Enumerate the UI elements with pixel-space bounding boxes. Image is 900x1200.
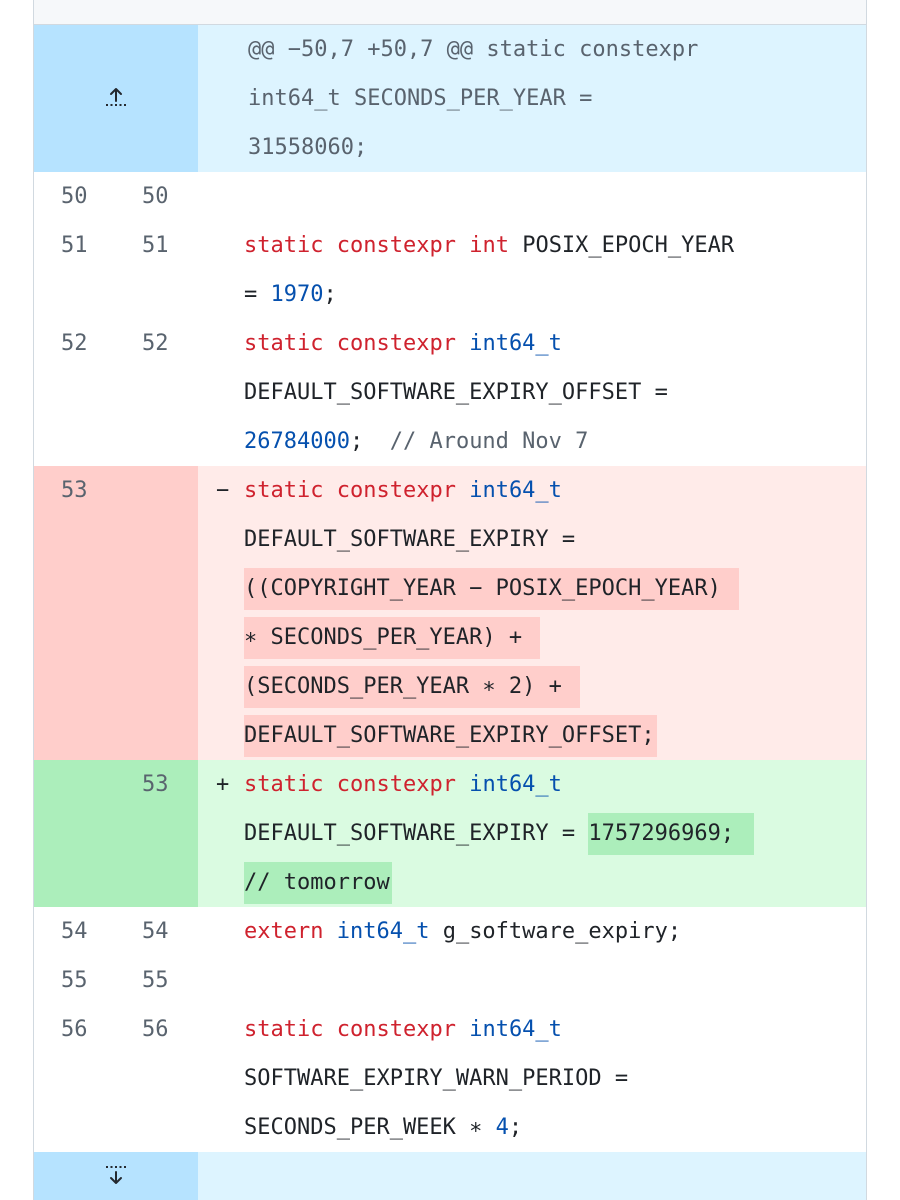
diff-line-51: 51 51 static constexpr int POSIX_EPOCH_Y… — [34, 221, 866, 319]
diff-line-50: 50 50 — [34, 172, 866, 221]
code-line: static constexpr int64_t SOFTWARE_EXPIRY… — [244, 1017, 629, 1140]
deleted-highlight: ∗ SECONDS_PER_YEAR) + — [244, 617, 541, 659]
code-line: static constexpr int64_t DEFAULT_SOFTWAR… — [244, 760, 866, 907]
diff-line-53-deleted: 53 − static constexpr int64_t DEFAULT_SO… — [34, 466, 866, 760]
old-line-number[interactable]: 54 — [34, 907, 116, 956]
new-line-number[interactable]: 51 — [116, 221, 198, 319]
new-line-number[interactable] — [116, 466, 198, 760]
diff-top-edge — [34, 0, 866, 25]
new-line-number[interactable]: 53 — [116, 760, 198, 907]
new-line-number[interactable]: 50 — [116, 172, 198, 221]
deleted-highlight: (SECONDS_PER_YEAR ∗ 2) + — [244, 666, 580, 708]
old-line-number[interactable]: 53 — [34, 466, 116, 760]
deletion-marker: − — [198, 466, 244, 760]
code-line: static constexpr int POSIX_EPOCH_YEAR = … — [244, 233, 735, 307]
expand-up-icon — [103, 84, 129, 114]
new-line-number[interactable]: 56 — [116, 1005, 198, 1152]
old-line-number[interactable]: 52 — [34, 319, 116, 466]
diff-line-56: 56 56 static constexpr int64_t SOFTWARE_… — [34, 1005, 866, 1152]
code-line: static constexpr int64_t DEFAULT_SOFTWAR… — [244, 331, 668, 454]
deleted-highlight: DEFAULT_SOFTWARE_EXPIRY_OFFSET; — [244, 715, 657, 757]
code-line: extern int64_t g_software_expiry; — [244, 919, 682, 944]
expand-up-button[interactable] — [34, 25, 198, 172]
deleted-highlight: ((COPYRIGHT_YEAR − POSIX_EPOCH_YEAR) — [244, 568, 739, 610]
new-line-number[interactable]: 54 — [116, 907, 198, 956]
old-line-number[interactable]: 51 — [34, 221, 116, 319]
diff-view: @@ −50,7 +50,7 @@ static constexpr int64… — [33, 0, 867, 1200]
old-line-number[interactable] — [34, 760, 116, 907]
old-line-number[interactable]: 55 — [34, 956, 116, 1005]
old-line-number[interactable]: 50 — [34, 172, 116, 221]
diff-line-54: 54 54 extern int64_t g_software_expiry; — [34, 907, 866, 956]
new-line-number[interactable]: 52 — [116, 319, 198, 466]
addition-marker: + — [216, 772, 230, 797]
expand-down-button[interactable] — [34, 1152, 198, 1200]
old-line-number[interactable]: 56 — [34, 1005, 116, 1152]
diff-line-52: 52 52 static constexpr int64_t DEFAULT_S… — [34, 319, 866, 466]
hunk-header: @@ −50,7 +50,7 @@ static constexpr int64… — [34, 25, 866, 172]
expand-down-icon — [103, 1162, 129, 1192]
new-line-number[interactable]: 55 — [116, 956, 198, 1005]
diff-line-55: 55 55 — [34, 956, 866, 1005]
added-highlight: 1757296969; — [588, 813, 755, 855]
diff-line-53-added: 53 + static constexpr int64_t DEFAULT_SO… — [34, 760, 866, 907]
code-line: static constexpr int64_t DEFAULT_SOFTWAR… — [244, 466, 866, 760]
added-highlight: // tomorrow — [244, 862, 392, 904]
hunk-footer — [34, 1152, 866, 1200]
hunk-header-text: @@ −50,7 +50,7 @@ static constexpr int64… — [248, 37, 699, 160]
